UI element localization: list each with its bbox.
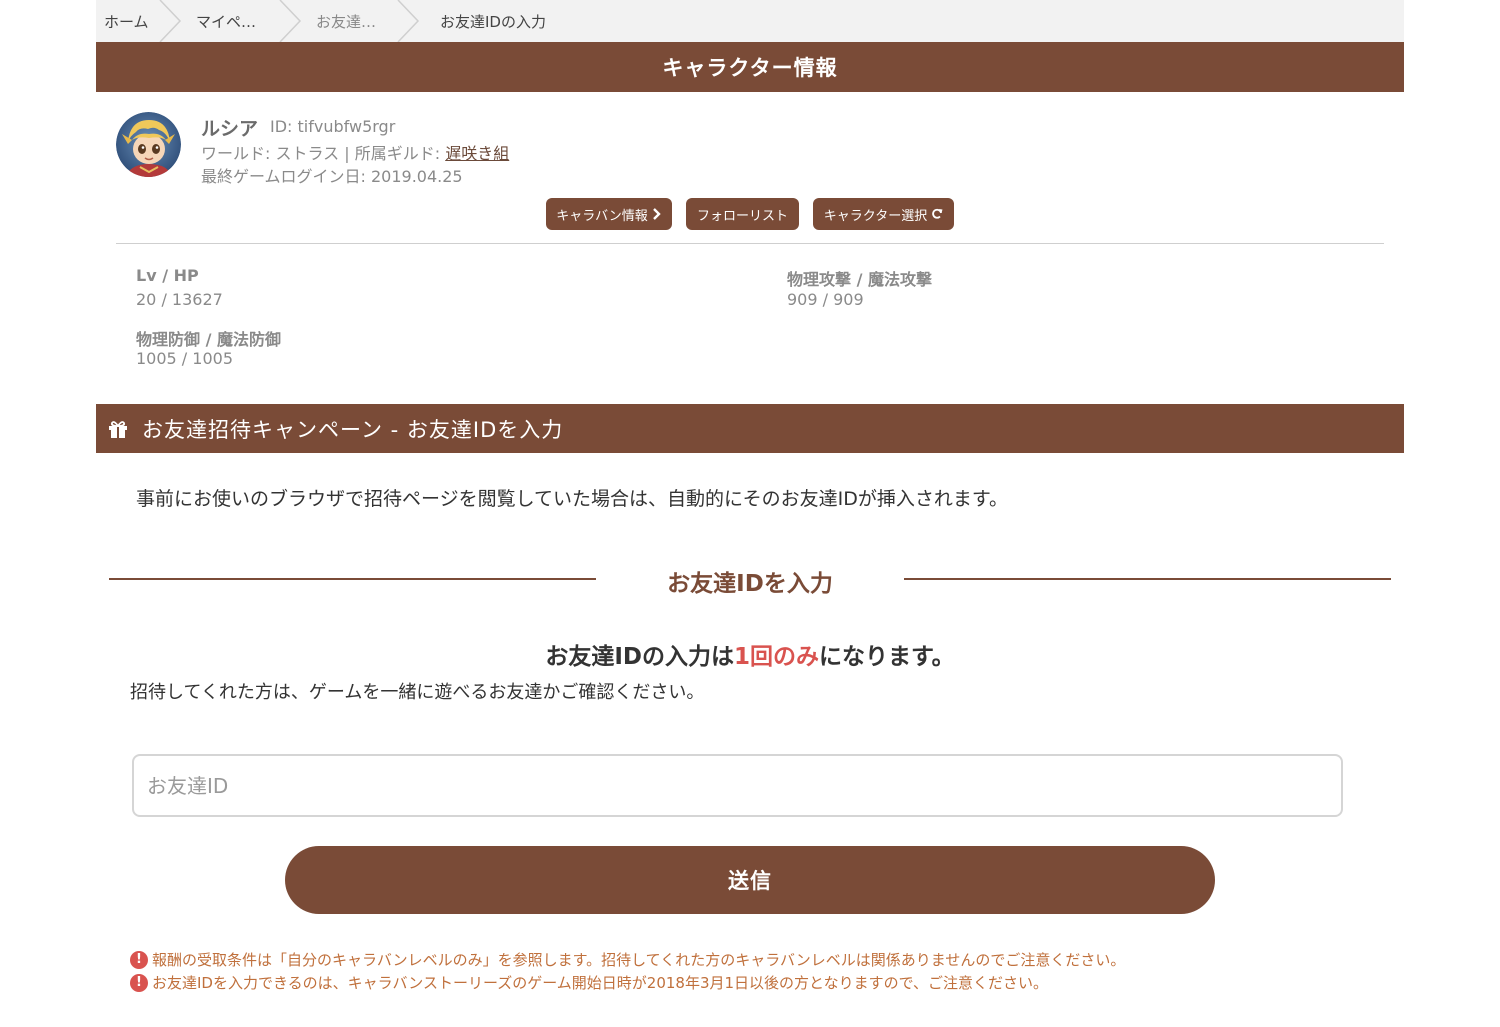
breadcrumb-friend[interactable]: お友達…: [298, 0, 420, 42]
character-name: ルシア: [201, 118, 259, 140]
breadcrumb-mypage[interactable]: マイペ…: [178, 0, 302, 42]
character-info-header: キャラクター情報: [96, 42, 1404, 92]
campaign-header: お友達招待キャンペーン - お友達IDを入力: [96, 404, 1404, 453]
stat-defense-label: 物理防御 / 魔法防御: [136, 330, 281, 349]
caravan-info-label: キャラバン情報: [556, 208, 648, 224]
submit-button[interactable]: 送信: [285, 846, 1215, 914]
exclamation-circle-icon: !: [130, 950, 148, 969]
caravan-info-button[interactable]: キャラバン情報: [546, 198, 672, 230]
character-select-button[interactable]: キャラクター選択: [813, 198, 954, 230]
breadcrumb-home[interactable]: ホーム: [96, 0, 182, 42]
one-time-notice: お友達IDの入力は1回のみになります。: [0, 637, 1500, 671]
stat-attack-label: 物理攻撃 / 魔法攻撃: [787, 270, 932, 289]
heading-line-left: [109, 578, 596, 580]
profile-divider: [116, 243, 1384, 244]
character-avatar: [116, 112, 181, 177]
warning-1: ! 報酬の受取条件は「自分のキャラバンレベルのみ」を参照します。招待してくれた方…: [130, 949, 1125, 970]
last-login: 最終ゲームログイン日: 2019.04.25: [201, 167, 463, 186]
breadcrumb-current-label: お友達IDの入力: [440, 12, 546, 31]
friend-id-input[interactable]: [132, 754, 1343, 817]
gift-icon: [109, 420, 127, 438]
one-time-after: になります。: [818, 644, 955, 670]
warning-2: ! お友達IDを入力できるのは、キャラバンストーリーズのゲーム開始日時が2018…: [130, 972, 1048, 993]
section-heading: お友達IDを入力: [0, 564, 1500, 597]
breadcrumb-friend-link[interactable]: お友達…: [316, 11, 376, 32]
section-title: お友達IDを入力: [667, 571, 833, 597]
warning-1-text: 報酬の受取条件は「自分のキャラバンレベルのみ」を参照します。招待してくれた方のキ…: [152, 951, 1126, 969]
refresh-icon: [932, 208, 943, 219]
breadcrumb: ホーム マイペ… お友達… お友達IDの入力: [96, 0, 1404, 42]
one-time-emphasis: 1回のみ: [733, 644, 819, 670]
breadcrumb-home-link[interactable]: ホーム: [104, 11, 149, 32]
confirm-text: 招待してくれた方は、ゲームを一緒に遊べるお友達かご確認ください。: [130, 682, 705, 703]
guild-link[interactable]: 遅咲き組: [445, 144, 509, 163]
submit-label: 送信: [728, 869, 772, 893]
chevron-right-icon: [652, 208, 661, 220]
stat-lv-hp-label: Lv / HP: [136, 266, 199, 285]
heading-line-right: [904, 578, 1391, 580]
one-time-before: お友達IDの入力は: [545, 644, 734, 670]
stat-defense-value: 1005 / 1005: [136, 349, 233, 368]
world-guild-label: ワールド: ストラス | 所属ギルド:: [201, 144, 446, 163]
warning-2-text: お友達IDを入力できるのは、キャラバンストーリーズのゲーム開始日時が2018年3…: [152, 974, 1048, 992]
breadcrumb-mypage-link[interactable]: マイペ…: [196, 11, 256, 32]
breadcrumb-current: お友達IDの入力: [416, 0, 546, 42]
follow-list-label: フォローリスト: [696, 208, 788, 224]
character-select-label: キャラクター選択: [823, 208, 928, 224]
avatar-image: [116, 112, 181, 177]
character-world: ワールド: ストラス | 所属ギルド: 遅咲き組: [201, 140, 509, 164]
character-id: ID: tifvubfw5rgr: [270, 117, 396, 136]
campaign-title: お友達招待キャンペーン - お友達IDを入力: [142, 417, 564, 442]
follow-list-button[interactable]: フォローリスト: [686, 198, 799, 230]
auto-insert-notice: 事前にお使いのブラウザで招待ページを閲覧していた場合は、自動的にそのお友達IDが…: [136, 488, 1009, 510]
stat-lv-hp-value: 20 / 13627: [136, 290, 223, 309]
exclamation-circle-icon: !: [130, 973, 148, 992]
stat-attack-value: 909 / 909: [787, 290, 864, 309]
